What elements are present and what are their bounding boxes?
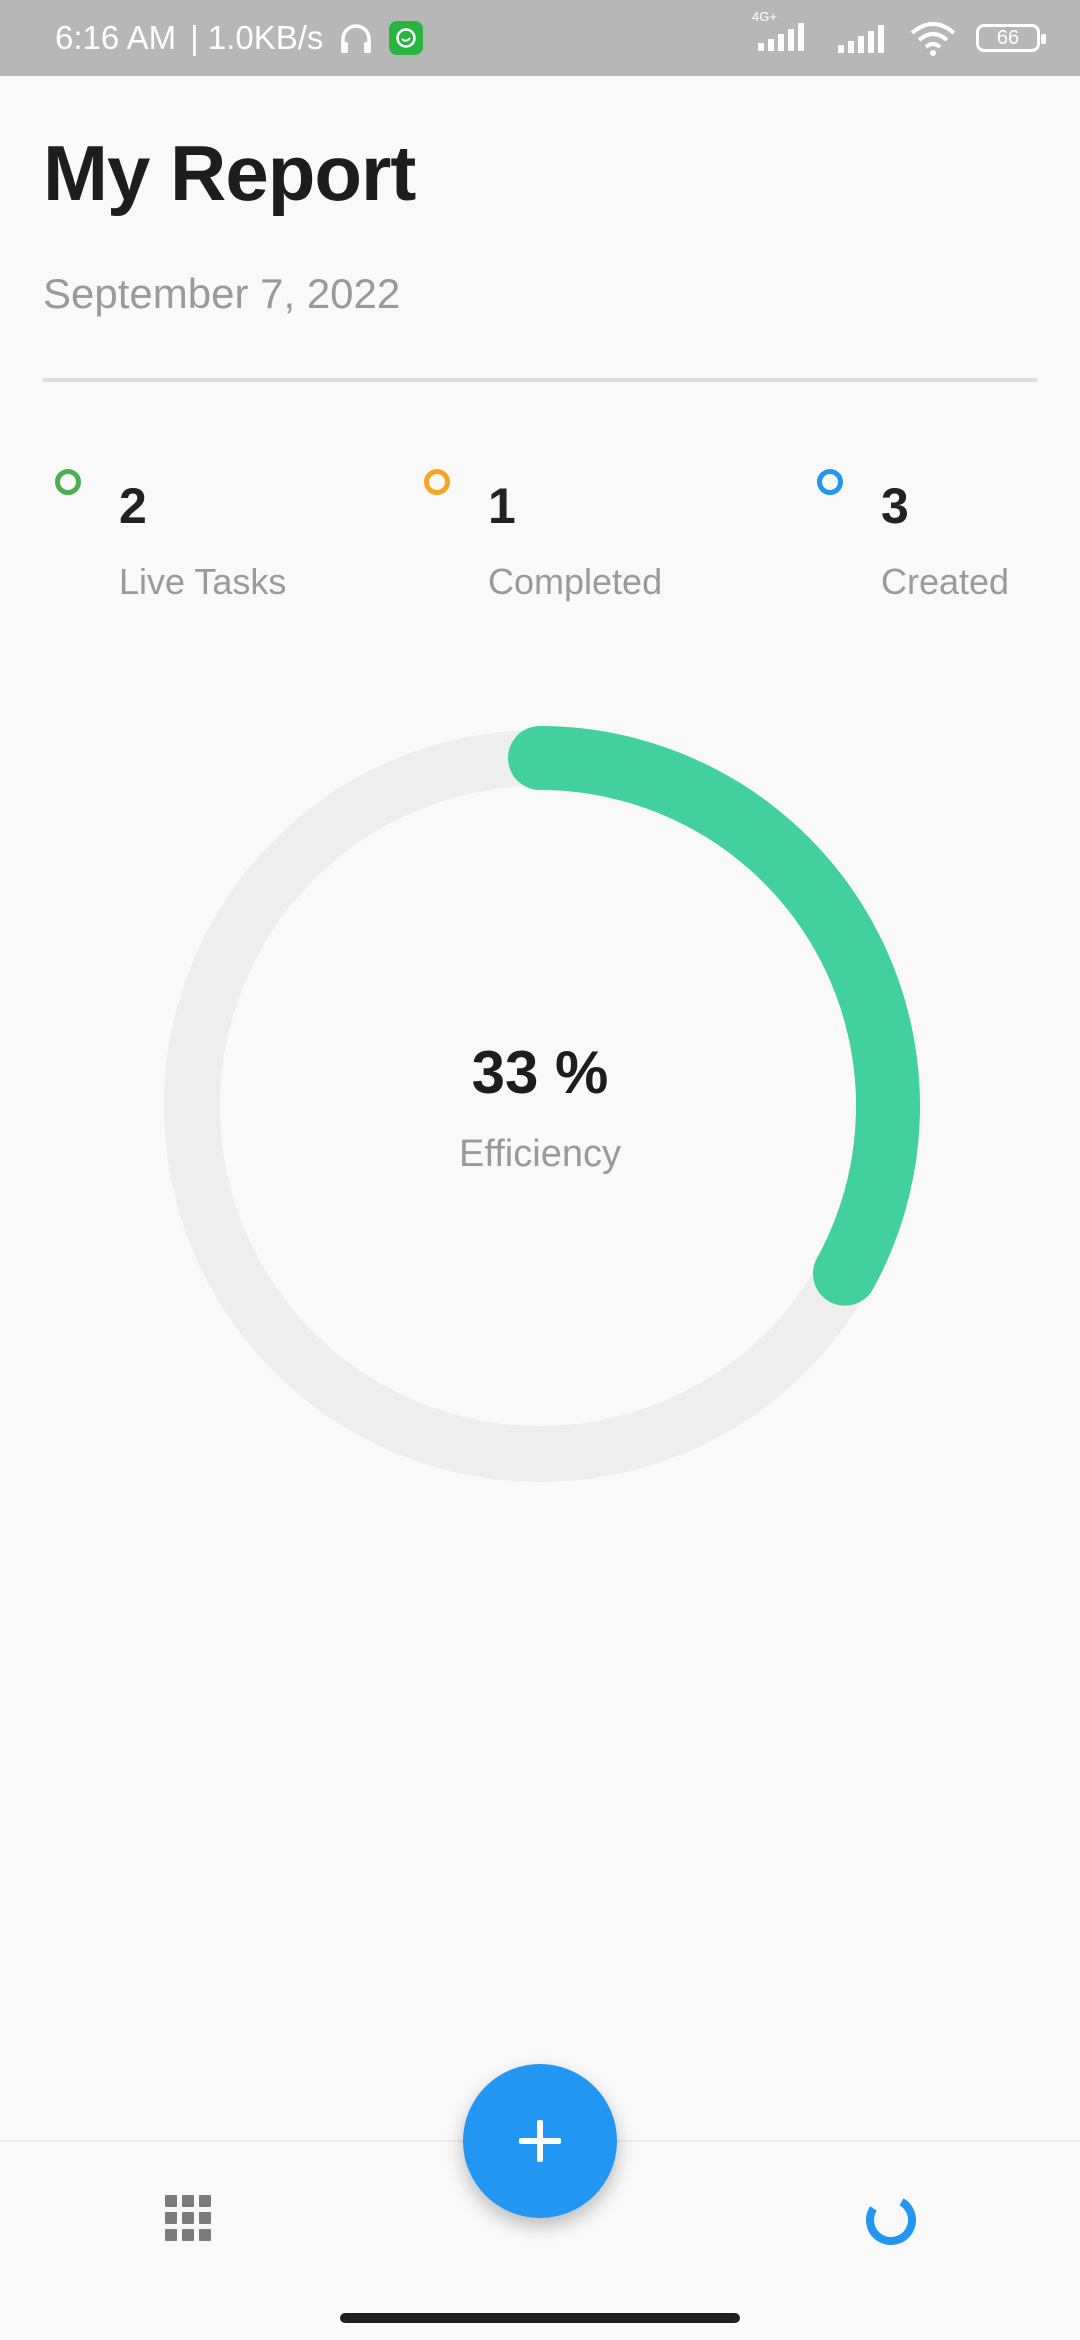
wifi-icon [910, 22, 956, 56]
stat-label: Created [881, 561, 1010, 602]
completed-dot-icon [424, 469, 450, 495]
add-task-button[interactable] [463, 2064, 617, 2218]
status-network-speed: | 1.0KB/s [190, 19, 324, 56]
report-date: September 7, 2022 [43, 270, 401, 317]
headset-icon [341, 24, 372, 53]
stat-value: 2 [119, 478, 147, 534]
home-indicator[interactable] [340, 2313, 740, 2323]
signal-icon [838, 25, 884, 53]
status-bar: 6:16 AM | 1.0KB/s 4G+ 66 [0, 0, 1080, 76]
divider [43, 378, 1037, 382]
efficiency-value: 33 % [471, 1039, 609, 1106]
page-title: My Report [43, 129, 416, 217]
whatsapp-icon [389, 21, 424, 55]
stat-label: Live Tasks [119, 561, 287, 602]
plus-icon [519, 2120, 561, 2162]
created-dot-icon [817, 469, 843, 495]
battery-level: 66 [996, 26, 1020, 49]
status-left: 6:16 AM | 1.0KB/s [55, 0, 424, 76]
report-ring-icon[interactable] [863, 2192, 919, 2248]
status-right: 4G+ 66 [752, 0, 1046, 76]
network-type: 4G+ [752, 8, 777, 24]
live-tasks-dot-icon [55, 469, 81, 495]
efficiency-label: Efficiency [459, 1133, 621, 1175]
grid-icon[interactable] [165, 2195, 211, 2241]
stat-label: Completed [488, 561, 663, 602]
signal-icon: 4G+ [752, 9, 818, 58]
stat-value: 3 [881, 478, 909, 534]
status-time: 6:16 AM [55, 19, 177, 56]
battery-icon: 66 [976, 24, 1046, 52]
stat-value: 1 [488, 478, 516, 534]
gauge-progress [508, 726, 920, 1306]
